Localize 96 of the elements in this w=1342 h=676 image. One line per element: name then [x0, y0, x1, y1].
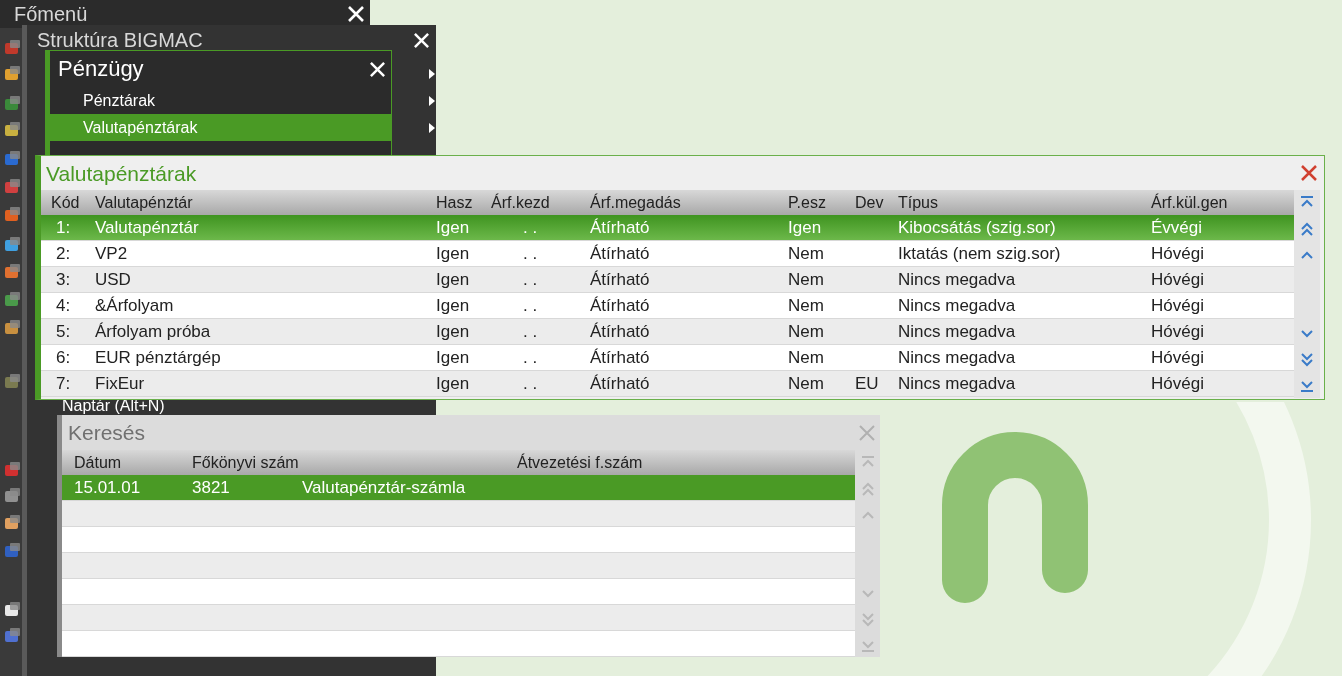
- table-cell: 2:: [56, 245, 71, 262]
- app-icon[interactable]: [4, 66, 21, 82]
- column-header[interactable]: Dev: [851, 190, 894, 215]
- table-cell: Nincs megadva: [898, 349, 1016, 366]
- table-cell: EUR pénztárgép: [95, 349, 221, 366]
- table-row[interactable]: 5: Árfolyam próba Igen . . Átírható Nem Nincs megadva Hóvégi: [41, 319, 1294, 345]
- table-cell: Igen: [436, 323, 470, 340]
- submenu-arrow-icon: [429, 69, 435, 79]
- column-header[interactable]: Árf.megadás: [586, 190, 784, 215]
- table-cell: Nincs megadva: [898, 271, 1016, 288]
- table-row[interactable]: 6: EUR pénztárgép Igen . . Átírható Nem Nincs megadva Hóvégi: [41, 345, 1294, 371]
- menu-item[interactable]: Valutapénztárak: [50, 114, 391, 141]
- table-cell: Igen: [436, 245, 470, 262]
- submenu-arrow-icon: [429, 96, 435, 106]
- window-title: Pénzügy: [58, 58, 144, 80]
- table-cell: 3821: [192, 479, 230, 496]
- window-title: Keresés: [68, 422, 146, 443]
- table-cell: Igen: [436, 219, 470, 236]
- double-chevron-down-icon[interactable]: [1298, 350, 1316, 368]
- table-cell: Nincs megadva: [898, 323, 1016, 340]
- table-cell: Hóvégi: [1151, 375, 1204, 392]
- table-cell: Igen: [436, 375, 470, 392]
- table-cell: Átírható: [590, 323, 650, 340]
- table-cell: USD: [95, 271, 131, 288]
- table-cell: Nem: [788, 349, 824, 366]
- table-cell: Hóvégi: [1151, 297, 1204, 314]
- table-cell: Igen: [788, 219, 822, 236]
- table-cell: . .: [523, 297, 538, 314]
- table-cell: Átírható: [590, 349, 650, 366]
- app-icon[interactable]: [4, 602, 21, 618]
- table-row[interactable]: 15.01.01 3821 Valutapénztár-számla: [62, 475, 855, 501]
- table-cell: 6:: [56, 349, 71, 366]
- table-cell: Átírható: [590, 219, 650, 236]
- table-cell: . .: [523, 375, 538, 392]
- table-cell: FixEur: [95, 375, 145, 392]
- table-cell: 15.01.01: [74, 479, 141, 496]
- table-cell: Valutapénztár: [95, 219, 199, 236]
- table-cell: EU: [855, 375, 879, 392]
- submenu-arrow-icon: [429, 123, 435, 133]
- table-cell: 1:: [56, 219, 71, 236]
- table-cell: Árfolyam próba: [95, 323, 211, 340]
- table-cell: 7:: [56, 375, 71, 392]
- table-cell: Kibocsátás (szig.sor): [898, 219, 1056, 236]
- table-cell: Igen: [436, 297, 470, 314]
- table-cell: Átírható: [590, 297, 650, 314]
- column-header[interactable]: Valutapénztár: [91, 190, 432, 215]
- table-cell: Hóvégi: [1151, 349, 1204, 366]
- column-header[interactable]: Főkönyvi szám: [180, 450, 505, 475]
- table-cell: Iktatás (nem szig.sor): [898, 245, 1061, 262]
- table-cell: 3:: [56, 271, 71, 288]
- table-cell: Nem: [788, 375, 824, 392]
- column-header[interactable]: Árf.kül.gen: [1147, 190, 1294, 215]
- table-cell: . .: [523, 271, 538, 288]
- column-header[interactable]: Átvezetési f.szám: [505, 450, 855, 475]
- table-cell: Nincs megadva: [898, 297, 1016, 314]
- window-title: Főmenü: [14, 4, 88, 24]
- table-cell: 4:: [56, 297, 71, 314]
- table-cell: Hóvégi: [1151, 245, 1204, 262]
- app-icon[interactable]: [4, 515, 21, 531]
- menu-item[interactable]: Naptár (Alt+N): [62, 398, 165, 414]
- column-header[interactable]: Árf.kezd: [487, 190, 586, 215]
- table-cell: Nem: [788, 271, 824, 288]
- window-title: Valutapénztárak: [46, 162, 197, 184]
- app-icon[interactable]: [4, 122, 21, 138]
- table-cell: . .: [523, 349, 538, 366]
- table-row[interactable]: 2: VP2 Igen . . Átírható Nem Iktatás (nem szig.sor) Hóvégi: [41, 241, 1294, 267]
- table-cell: Hóvégi: [1151, 323, 1204, 340]
- table-cell: . .: [523, 245, 538, 262]
- table-cell: 5:: [56, 323, 71, 340]
- app-icon[interactable]: [4, 237, 21, 253]
- column-header[interactable]: Hasz: [432, 190, 487, 215]
- table-cell: &Árfolyam: [95, 297, 174, 314]
- table-cell: . .: [523, 219, 538, 236]
- table-cell: VP2: [95, 245, 128, 262]
- table-cell: Nincs megadva: [898, 375, 1016, 392]
- table-cell: Átírható: [590, 375, 650, 392]
- app-icon[interactable]: [4, 320, 21, 336]
- table-cell: Hóvégi: [1151, 271, 1204, 288]
- column-header[interactable]: P.esz: [784, 190, 851, 215]
- table-cell: Évvégi: [1151, 219, 1203, 236]
- table-cell: Igen: [436, 271, 470, 288]
- window-title: Struktúra BIGMAC: [37, 30, 203, 50]
- table-cell: Nem: [788, 323, 824, 340]
- column-header[interactable]: Kód: [41, 190, 91, 215]
- table-cell: Nem: [788, 297, 824, 314]
- column-header[interactable]: Típus: [894, 190, 1147, 215]
- table-cell: . .: [523, 323, 538, 340]
- table-row[interactable]: 7: FixEur Igen . . Átírható Nem EU Nincs megadva Hóvégi: [41, 371, 1294, 397]
- table-cell: Átírható: [590, 271, 650, 288]
- table-cell: Átírható: [590, 245, 650, 262]
- table-row[interactable]: 3: USD Igen . . Átírható Nem Nincs megadva Hóvégi: [41, 267, 1294, 293]
- column-header[interactable]: Dátum: [62, 450, 180, 475]
- table-cell: Nem: [788, 245, 824, 262]
- table-cell: Igen: [436, 349, 470, 366]
- table-cell: Valutapénztár-számla: [302, 479, 466, 496]
- table-row[interactable]: 4: &Árfolyam Igen . . Átírható Nem Nincs megadva Hóvégi: [41, 293, 1294, 319]
